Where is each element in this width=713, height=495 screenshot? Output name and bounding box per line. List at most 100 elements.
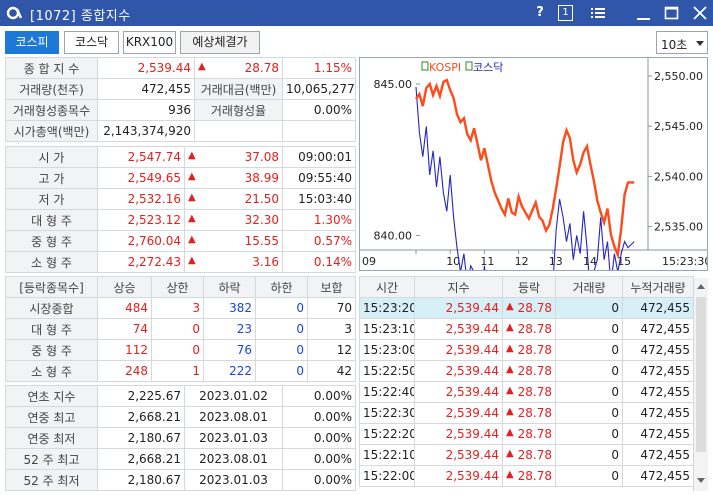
tick-row[interactable]: 15:23:00 2,539.44 ▲ 28.78 0 472,455 [359, 339, 694, 361]
breadth-row: 시장종합 484 3 382 0 70 [5, 297, 356, 319]
tick-index: 2,539.44 [414, 318, 503, 340]
yearly-date: 2023.08.01 [184, 406, 283, 428]
tick-time: 15:22:20 [359, 423, 415, 445]
scroll-down-icon[interactable] [697, 478, 705, 483]
tab-kospi[interactable]: 코스피 [5, 31, 59, 54]
tick-row[interactable]: 15:22:10 2,539.44 ▲ 28.78 0 472,455 [359, 444, 694, 466]
ohlc-row: 저 가 2,532.16 ▲ 21.50 15:03:40 [5, 188, 356, 210]
yearly-value: 2,668.21 [97, 406, 185, 428]
title-bar: [1072] 종합지수 ? 1 [0, 0, 713, 26]
yearly-row: 52 주 최저 2,180.67 2023.01.03 0.00% [5, 469, 356, 491]
tick-time: 15:22:10 [359, 444, 415, 466]
yearly-label: 52 주 최저 [5, 469, 98, 491]
tick-cum-volume: 472,455 [622, 318, 694, 340]
tick-index: 2,539.44 [414, 360, 503, 382]
window-number-button[interactable]: 1 [558, 5, 573, 21]
scroll-up-icon[interactable] [697, 284, 705, 289]
tick-row[interactable]: 15:23:10 2,539.44 ▲ 28.78 0 472,455 [359, 318, 694, 340]
yearly-date: 2023.01.03 [184, 469, 283, 491]
tick-volume: 0 [555, 444, 623, 466]
ohlc-label: 소 형 주 [5, 251, 98, 273]
tick-time: 15:22:30 [359, 402, 415, 424]
tick-row[interactable]: 15:23:20 2,539.44 ▲ 28.78 0 472,455 [359, 297, 694, 319]
tick-cum-volume: 472,455 [622, 444, 694, 466]
ohlc-extra: 09:00:01 [282, 146, 356, 168]
ohlc-label: 저 가 [5, 188, 98, 210]
breadth-flat: 42 [307, 360, 356, 382]
interval-select[interactable]: 10초 [656, 31, 708, 54]
tick-row[interactable]: 15:22:50 2,539.44 ▲ 28.78 0 472,455 [359, 360, 694, 382]
tick-row[interactable]: 15:22:40 2,539.44 ▲ 28.78 0 472,455 [359, 381, 694, 403]
scroll-thumb[interactable] [696, 297, 706, 452]
ohlc-extra: 0.14% [282, 251, 356, 273]
breadth-header: 상한 [151, 276, 204, 298]
up-triangle-icon: ▲ [188, 234, 196, 245]
app-logo-icon [6, 6, 22, 20]
ohlc-extra: 15:03:40 [282, 188, 356, 210]
tab-kosdaq[interactable]: 코스닥 [64, 31, 119, 54]
up-triangle-icon: ▲ [506, 343, 514, 354]
ohlc-table: 시 가 2,547.74 ▲ 37.08 09:00:01 고 가 2,549.65 ▲ 38.… [5, 146, 356, 273]
tick-time: 15:23:10 [359, 318, 415, 340]
index-change: ▲ 28.78 [194, 57, 283, 79]
tick-change: ▲ 28.78 [502, 444, 556, 466]
ohlc-value: 2,523.12 [97, 209, 185, 231]
yearly-value: 2,180.67 [97, 469, 185, 491]
tick-row[interactable]: 15:22:20 2,539.44 ▲ 28.78 0 472,455 [359, 423, 694, 445]
tick-change: ▲ 28.78 [502, 381, 556, 403]
tick-row[interactable]: 15:22:30 2,539.44 ▲ 28.78 0 472,455 [359, 402, 694, 424]
yearly-rate: 0.00% [282, 427, 356, 449]
ohlc-label: 중 형 주 [5, 230, 98, 252]
ohlc-change: ▲ 32.30 [184, 209, 283, 231]
empty-cell [282, 120, 356, 142]
tab-krx100[interactable]: KRX100 [123, 31, 176, 54]
breadth-flat: 3 [307, 318, 356, 340]
tick-scrollbar[interactable] [693, 278, 708, 491]
yearly-label: 연중 최고 [5, 406, 98, 428]
breadth-down: 23 [203, 318, 256, 340]
yearly-value: 2,668.21 [97, 448, 185, 470]
ohlc-value: 2,760.04 [97, 230, 185, 252]
window-title: [1072] 종합지수 [30, 9, 131, 24]
minimize-icon[interactable] [634, 3, 654, 23]
up-triangle-icon: ▲ [506, 427, 514, 438]
breadth-row: 중 형 주 112 0 76 0 12 [5, 339, 356, 361]
tab-expected-price[interactable]: 예상체결가 [180, 31, 260, 54]
breadth-lower: 0 [255, 339, 308, 361]
breadth-up: 74 [97, 318, 152, 340]
ohlc-row: 중 형 주 2,760.04 ▲ 15.55 0.57% [5, 230, 356, 252]
tick-cum-volume: 472,455 [622, 465, 694, 487]
formed-value: 936 [97, 99, 195, 121]
tick-volume: 0 [555, 297, 623, 319]
legend-kosdaq-icon [465, 61, 473, 71]
tick-volume: 0 [555, 360, 623, 382]
formed-rate-label: 거래형성율 [194, 99, 283, 121]
tick-cum-volume: 472,455 [622, 381, 694, 403]
tick-time: 15:22:00 [359, 465, 415, 487]
tick-change: ▲ 28.78 [502, 360, 556, 382]
tick-row[interactable]: 15:22:00 2,539.44 ▲ 28.78 0 472,455 [359, 465, 694, 487]
tick-header: 시간 [359, 276, 415, 298]
tick-time: 15:23:00 [359, 339, 415, 361]
kosdaq-line [415, 86, 635, 270]
yearly-rate: 0.00% [282, 406, 356, 428]
help-button[interactable]: ? [530, 3, 550, 23]
menu-icon[interactable] [588, 3, 608, 23]
close-icon[interactable] [690, 3, 710, 23]
legend-kospi-icon [421, 61, 429, 71]
interval-value: 10초 [661, 38, 688, 52]
ohlc-label: 시 가 [5, 146, 98, 168]
maximize-icon[interactable] [662, 3, 682, 23]
ohlc-row: 소 형 주 2,272.43 ▲ 3.16 0.14% [5, 251, 356, 273]
right-tick-label: 2,535.00 [654, 221, 703, 234]
yearly-value: 2,180.67 [97, 427, 185, 449]
x-tick-label: 13 [549, 255, 563, 268]
ohlc-row: 시 가 2,547.74 ▲ 37.08 09:00:01 [5, 146, 356, 168]
tick-index: 2,539.44 [414, 444, 503, 466]
index-value: 2,539.44 [97, 57, 195, 79]
up-triangle-icon: ▲ [188, 192, 196, 203]
breadth-label: 소 형 주 [5, 360, 98, 382]
tick-cum-volume: 472,455 [622, 360, 694, 382]
breadth-label: 시장종합 [5, 297, 98, 319]
ohlc-extra: 1.30% [282, 209, 356, 231]
